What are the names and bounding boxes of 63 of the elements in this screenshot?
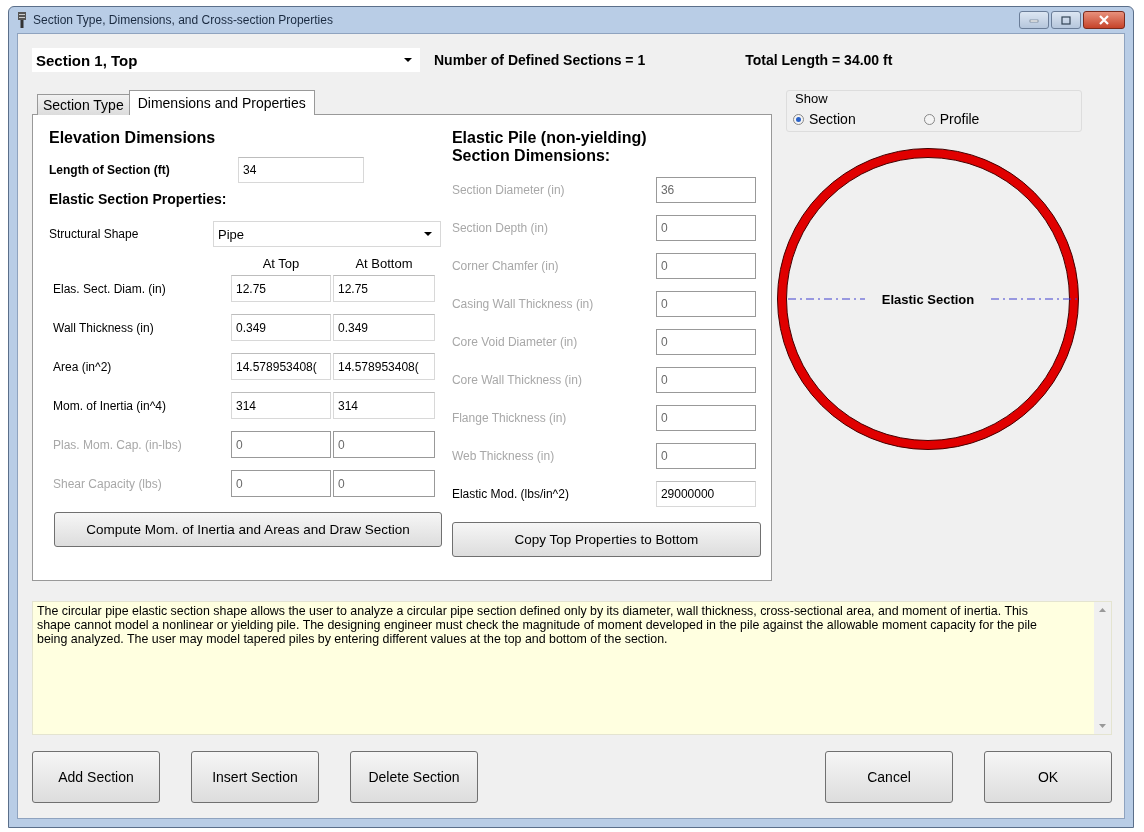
total-length: Total Length = 34.00 ft xyxy=(745,52,893,68)
field-label: Mom. of Inertia (in^4) xyxy=(53,398,167,413)
tab[interactable]: Dimensions and Properties xyxy=(128,90,315,115)
description-text: The circular pipe elastic section shape allows the user to analyze a circular pipe section defined only by its diameter, wall thickness, cross-sectional area, and moment of inertia. This shape cannot model a nonlinear or yielding pile. The designing engineer must check the magnitude of moment developed in the pile against the allowable moment capacity for the pile being analyzed. The user may model tapered piles by entering different values at the top and bottom of the section. xyxy=(36,603,1038,648)
input-field[interactable]: 12.75 xyxy=(333,275,435,302)
column-header: At Bottom xyxy=(354,257,414,271)
dialog-button[interactable]: OK xyxy=(984,751,1112,803)
scrollbar[interactable] xyxy=(1094,602,1111,734)
field-label: Core Void Diameter (in) xyxy=(451,335,579,349)
section-heading: Elastic Pile (non-yielding) Section Dimensions: xyxy=(451,129,648,165)
field-label: Length of Section (ft) xyxy=(49,163,171,177)
radio-option[interactable]: Section xyxy=(793,111,856,127)
field-label: Plas. Mom. Cap. (in-lbs) xyxy=(53,437,183,452)
section-heading: Elevation Dimensions xyxy=(49,129,217,147)
shape-dropdown[interactable]: Pipe xyxy=(213,221,441,247)
input-field[interactable]: 314 xyxy=(231,392,331,419)
input-field[interactable]: 0.349 xyxy=(333,314,435,341)
input-field[interactable]: 14.578953408( xyxy=(231,353,331,380)
field-label: Structural Shape xyxy=(49,227,140,241)
dialog-button[interactable]: Cancel xyxy=(825,751,953,803)
field-label: Casing Wall Thickness (in) xyxy=(451,297,595,311)
input-field[interactable]: 29000000 xyxy=(655,481,756,507)
tab[interactable]: Section Type xyxy=(37,94,130,115)
field-label: Shear Capacity (lbs) xyxy=(53,476,163,491)
window-title: Section Type, Dimensions, and Cross-section Properties xyxy=(33,13,333,27)
field-label: Core Wall Thickness (in) xyxy=(451,373,583,387)
close-icon xyxy=(1098,15,1110,25)
dialog-button[interactable]: Insert Section xyxy=(191,751,319,803)
minimize-button[interactable] xyxy=(1019,11,1049,29)
field-label: Section Depth (in) xyxy=(451,221,549,235)
input-field[interactable]: 12.75 xyxy=(231,275,331,302)
field-label: Elas. Sect. Diam. (in) xyxy=(53,281,167,296)
defined-sections-count: Number of Defined Sections = 1 xyxy=(434,52,646,68)
input-field[interactable]: 14.578953408( xyxy=(333,353,435,380)
radio-option[interactable]: Profile xyxy=(923,111,980,127)
length-field[interactable]: 34 xyxy=(238,157,364,183)
scroll-down-icon[interactable] xyxy=(1099,724,1106,728)
section-dropdown[interactable]: Section 1, Top xyxy=(32,48,420,72)
field-label: Elastic Mod. (lbs/in^2) xyxy=(451,487,570,501)
caret-icon xyxy=(424,232,432,236)
drawing-label: Elastic Section xyxy=(881,291,975,307)
pile-icon xyxy=(17,12,27,28)
column-header: At Top xyxy=(261,257,301,271)
dialog-button[interactable]: Delete Section xyxy=(350,751,478,803)
scroll-up-icon[interactable] xyxy=(1099,608,1106,612)
field-label: Section Diameter (in) xyxy=(451,183,566,197)
copy-button[interactable]: Copy Top Properties to Bottom xyxy=(451,522,761,557)
maximize-button[interactable] xyxy=(1051,11,1081,29)
group-label: Show xyxy=(793,91,830,106)
dialog-button[interactable]: Add Section xyxy=(32,751,160,803)
input-field[interactable]: 314 xyxy=(333,392,435,419)
field-label: Wall Thickness (in) xyxy=(53,320,155,335)
minimize-icon xyxy=(1029,17,1039,23)
close-button[interactable] xyxy=(1083,11,1125,29)
caret-icon xyxy=(404,58,412,62)
field-label: Area (in^2) xyxy=(53,359,113,374)
field-label: Corner Chamfer (in) xyxy=(451,259,560,273)
maximize-icon xyxy=(1061,15,1071,25)
section-heading: Elastic Section Properties: xyxy=(49,191,228,207)
field-label: Flange Thickness (in) xyxy=(451,411,568,425)
input-field[interactable]: 0.349 xyxy=(231,314,331,341)
compute-button[interactable]: Compute Mom. of Inertia and Areas and Draw Section xyxy=(54,512,442,547)
field-label: Web Thickness (in) xyxy=(451,449,556,463)
